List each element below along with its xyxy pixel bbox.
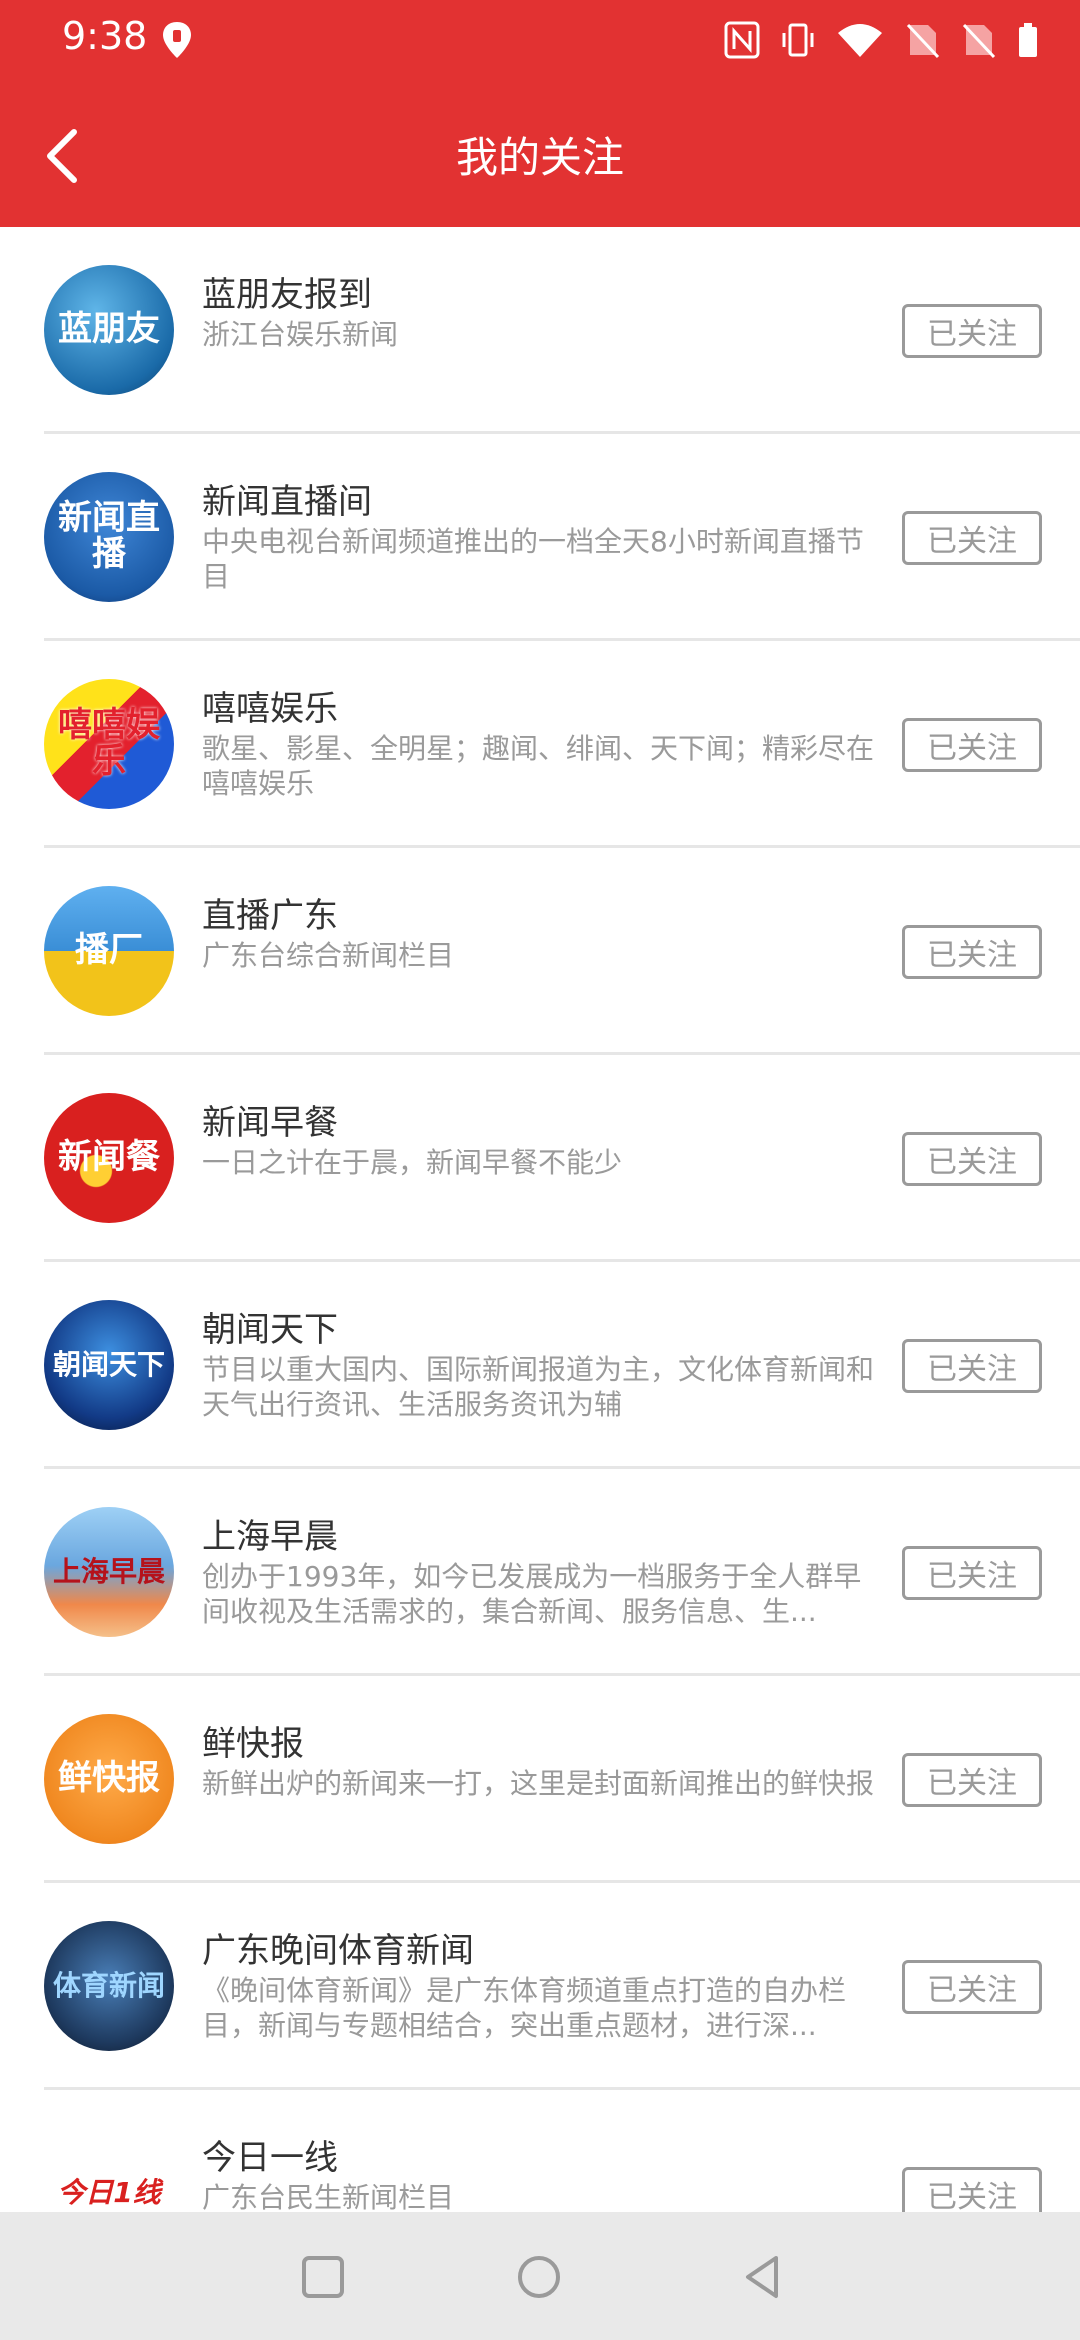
- channel-description: 《晚间体育新闻》是广东体育频道重点打造的自办栏目，新闻与专题相结合，突出重点题材…: [202, 1974, 847, 2042]
- channel-avatar[interactable]: 上海早晨: [44, 1507, 174, 1637]
- title-bar: 我的关注: [0, 110, 1080, 200]
- channel-name[interactable]: 新闻早餐: [202, 1095, 338, 1144]
- sim1-icon: [904, 21, 940, 59]
- channel-avatar[interactable]: 播厂: [44, 886, 174, 1016]
- list-item[interactable]: 新闻餐 新闻早餐 一日之计在于晨，新闻早餐不能少 已关注: [0, 1055, 1080, 1262]
- list-item[interactable]: 新闻直播 新闻直播间 中央电视台新闻频道推出的一档全天8小时新闻直播节目 已关注: [0, 434, 1080, 641]
- channel-avatar[interactable]: 蓝朋友: [44, 265, 174, 395]
- page-title: 我的关注: [455, 133, 624, 182]
- followed-button[interactable]: 已关注: [902, 511, 1042, 565]
- channel-avatar[interactable]: 嘻嘻娱乐: [44, 679, 174, 809]
- list-item[interactable]: 今日1线 今日一线 广东台民生新闻栏目 已关注: [0, 2090, 1080, 2212]
- follow-list[interactable]: 蓝朋友 蓝朋友报到 浙江台娱乐新闻 已关注 新闻直播 新闻直播间 中央电视台新闻…: [0, 227, 1080, 2212]
- list-item[interactable]: 播厂 直播广东 广东台综合新闻栏目 已关注: [0, 848, 1080, 1055]
- channel-name[interactable]: 蓝朋友报到: [202, 267, 372, 316]
- followed-button[interactable]: 已关注: [902, 925, 1042, 979]
- location-icon: [163, 22, 191, 58]
- list-item[interactable]: 上海早晨 上海早晨 创办于1993年，如今已发展成为一档服务于全人群早间收视及生…: [0, 1469, 1080, 1676]
- nfc-icon: [724, 21, 760, 59]
- channel-description: 节目以重大国内、国际新闻报道为主，文化体育新闻和天气出行资讯、生活服务资讯为辅: [202, 1353, 875, 1421]
- channel-avatar[interactable]: 新闻直播: [44, 472, 174, 602]
- status-bar: 9:38: [0, 0, 1080, 78]
- followed-button[interactable]: 已关注: [902, 1132, 1042, 1186]
- home-circle-icon[interactable]: [512, 2250, 566, 2304]
- recents-square-icon[interactable]: [296, 2250, 350, 2304]
- followed-button[interactable]: 已关注: [902, 1339, 1042, 1393]
- app-header: 9:38 我的关注: [0, 0, 1080, 227]
- followed-button[interactable]: 已关注: [902, 718, 1042, 772]
- vibrate-icon: [780, 21, 816, 59]
- list-item[interactable]: 朝闻天下 朝闻天下 节目以重大国内、国际新闻报道为主，文化体育新闻和天气出行资讯…: [0, 1262, 1080, 1469]
- channel-name[interactable]: 广东晚间体育新闻: [202, 1923, 474, 1972]
- channel-name[interactable]: 新闻直播间: [202, 474, 372, 523]
- sim2-icon: [960, 21, 996, 59]
- channel-description: 广东台民生新闻栏目: [202, 2181, 455, 2212]
- channel-avatar[interactable]: 体育新闻: [44, 1921, 174, 2051]
- list-item[interactable]: 蓝朋友 蓝朋友报到 浙江台娱乐新闻 已关注: [0, 227, 1080, 434]
- channel-name[interactable]: 直播广东: [202, 888, 338, 937]
- channel-description: 中央电视台新闻频道推出的一档全天8小时新闻直播节目: [202, 525, 864, 593]
- battery-icon: [1016, 21, 1040, 59]
- followed-button[interactable]: 已关注: [902, 2167, 1042, 2212]
- status-time: 9:38: [62, 14, 148, 58]
- list-item[interactable]: 体育新闻 广东晚间体育新闻 《晚间体育新闻》是广东体育频道重点打造的自办栏目，新…: [0, 1883, 1080, 2090]
- list-item[interactable]: 嘻嘻娱乐 嘻嘻娱乐 歌星、影星、全明星；趣闻、绯闻、天下闻；精彩尽在嘻嘻娱乐 已…: [0, 641, 1080, 848]
- followed-button[interactable]: 已关注: [902, 1753, 1042, 1807]
- followed-button[interactable]: 已关注: [902, 1546, 1042, 1600]
- channel-name[interactable]: 嘻嘻娱乐: [202, 681, 338, 730]
- followed-button[interactable]: 已关注: [902, 304, 1042, 358]
- back-triangle-icon[interactable]: [736, 2250, 790, 2304]
- channel-avatar[interactable]: 新闻餐: [44, 1093, 174, 1223]
- followed-button[interactable]: 已关注: [902, 1960, 1042, 2014]
- list-item[interactable]: 鲜快报 鲜快报 新鲜出炉的新闻来一打，这里是封面新闻推出的鲜快报 已关注: [0, 1676, 1080, 1883]
- channel-name[interactable]: 今日一线: [202, 2130, 338, 2179]
- channel-description: 新鲜出炉的新闻来一打，这里是封面新闻推出的鲜快报: [202, 1767, 875, 1800]
- system-nav-bar: [0, 2212, 1080, 2340]
- channel-description: 一日之计在于晨，新闻早餐不能少: [202, 1146, 623, 1179]
- channel-name[interactable]: 上海早晨: [202, 1509, 338, 1558]
- channel-description: 创办于1993年，如今已发展成为一档服务于全人群早间收视及生活需求的，集合新闻、…: [202, 1560, 862, 1628]
- channel-description: 浙江台娱乐新闻: [202, 318, 399, 351]
- wifi-icon: [836, 21, 884, 59]
- channel-avatar[interactable]: 今日1线: [44, 2128, 174, 2212]
- channel-name[interactable]: 鲜快报: [202, 1716, 304, 1765]
- channel-avatar[interactable]: 鲜快报: [44, 1714, 174, 1844]
- channel-description: 广东台综合新闻栏目: [202, 939, 455, 972]
- channel-description: 歌星、影星、全明星；趣闻、绯闻、天下闻；精彩尽在嘻嘻娱乐: [202, 732, 875, 800]
- status-icons: [724, 18, 1040, 62]
- channel-name[interactable]: 朝闻天下: [202, 1302, 338, 1351]
- channel-avatar[interactable]: 朝闻天下: [44, 1300, 174, 1430]
